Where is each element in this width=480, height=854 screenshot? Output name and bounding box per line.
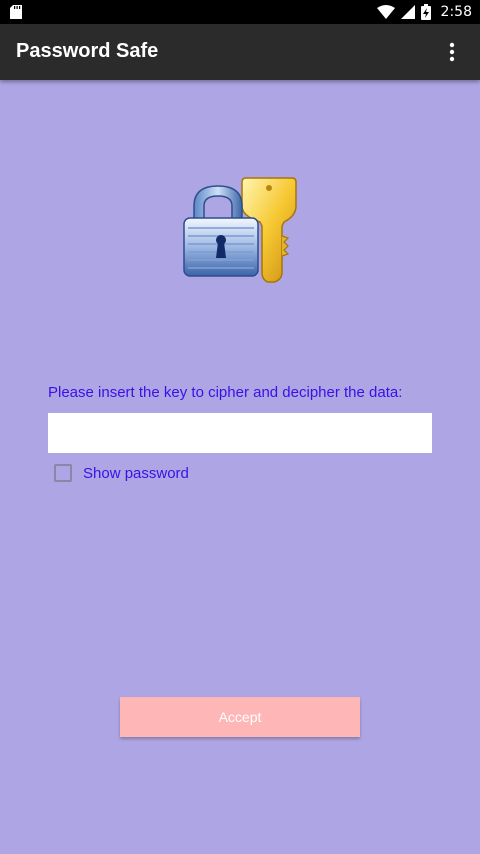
battery-charging-icon — [420, 4, 431, 20]
lock-and-key-icon — [183, 177, 297, 283]
show-password-checkbox[interactable] — [54, 464, 72, 482]
key-prompt-label: Please insert the key to cipher and deci… — [48, 384, 403, 401]
show-password-toggle[interactable]: Show password — [54, 463, 189, 483]
app-title: Password Safe — [16, 40, 159, 62]
app-bar: Password Safe — [0, 24, 480, 80]
key-input[interactable] — [48, 413, 432, 453]
signal-icon — [400, 5, 415, 19]
status-icons: 2:58 — [376, 0, 472, 24]
sd-card-icon — [10, 5, 22, 19]
more-vert-icon — [449, 42, 455, 62]
overflow-menu-button[interactable] — [432, 32, 472, 72]
status-bar: 2:58 — [0, 0, 480, 24]
show-password-label: Show password — [83, 464, 189, 482]
accept-button[interactable]: Accept — [120, 697, 360, 737]
wifi-icon — [376, 5, 395, 19]
status-time: 2:58 — [440, 4, 472, 20]
